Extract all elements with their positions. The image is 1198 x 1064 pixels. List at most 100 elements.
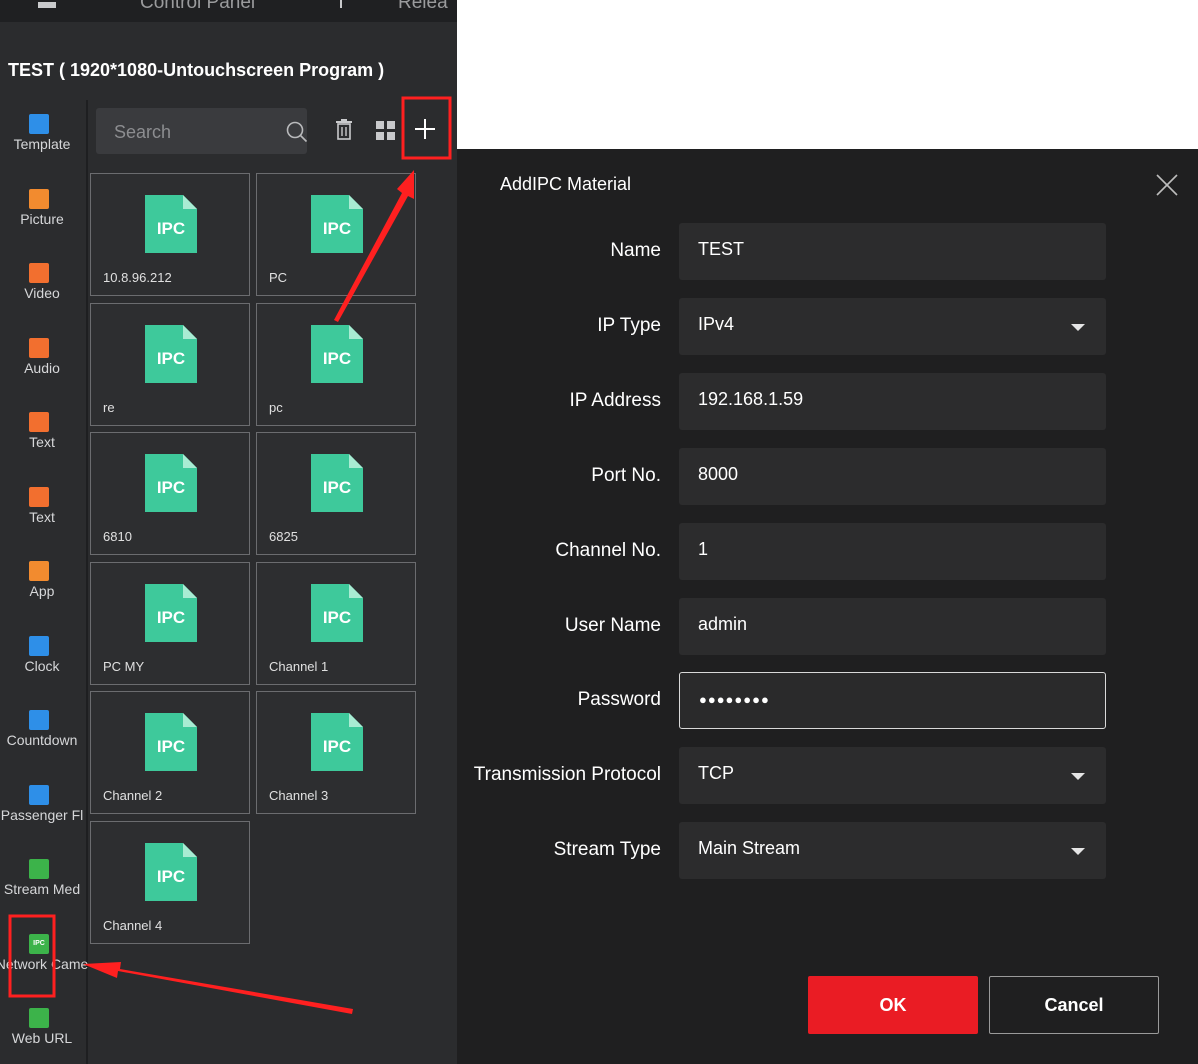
material-name: Channel 4 xyxy=(103,917,163,933)
audio-icon xyxy=(29,337,49,358)
ipc-file-icon: IPC xyxy=(145,842,197,901)
field-value: 1 xyxy=(698,538,709,559)
ipc-file-icon: IPC xyxy=(145,195,197,253)
material-name: 6825 xyxy=(269,529,298,544)
type-item-label: Template xyxy=(13,136,71,152)
material-tile[interactable]: IPC Channel 2 xyxy=(90,691,250,814)
ipc-badge-text: IPC xyxy=(322,478,352,497)
type-item-label: Picture xyxy=(20,210,64,227)
type-item[interactable]: Audio xyxy=(0,324,84,398)
type-item[interactable]: IPC Network Came xyxy=(0,920,88,994)
material-name: PC xyxy=(269,270,288,285)
material-tile[interactable]: IPC Channel 4 xyxy=(90,820,250,944)
material-name: 6810 xyxy=(103,529,132,544)
type-item[interactable]: Passenger Fl xyxy=(0,771,84,845)
hourglass-icon xyxy=(29,710,49,730)
ipc-badge-text: IPC xyxy=(156,348,186,368)
delete-icon[interactable] xyxy=(335,119,353,141)
select-stream-type[interactable]: Main Stream xyxy=(679,822,1106,880)
type-item-label: Clock xyxy=(24,657,60,674)
ok-button[interactable]: OK xyxy=(808,976,978,1034)
material-tile[interactable]: IPC re xyxy=(90,302,250,426)
add-ipc-material-dialog: AddIPC Material Name TEST IP Type IPv4 IP Ad… xyxy=(457,149,1198,1064)
tab-control-panel[interactable]: Control Panel xyxy=(140,0,255,14)
material-tile[interactable]: IPC Channel 3 xyxy=(256,691,416,814)
field-label: Name xyxy=(610,240,661,261)
material-tile[interactable]: IPC PC MY xyxy=(90,561,250,685)
type-item-label: Audio xyxy=(24,359,60,376)
select-ip-type[interactable]: IPv4 xyxy=(679,297,1106,355)
input-password[interactable]: ●●●●●●●● xyxy=(679,672,1106,730)
tab-release[interactable]: Relea xyxy=(398,0,448,14)
material-tile[interactable]: IPC 6810 xyxy=(90,432,250,555)
type-item[interactable]: Text xyxy=(0,473,84,547)
field-value: 8000 xyxy=(698,463,739,484)
type-item[interactable]: Picture xyxy=(0,175,84,249)
ipc-badge-text: IPC xyxy=(322,737,352,756)
material-area: IPC 10.8.96.212 IPC PC IPC re IPC pc IPC 6810 IPC 6… xyxy=(88,100,457,1064)
program-title-bar: TEST ( 1920*1080-Untouchscreen Program ) xyxy=(0,22,457,101)
chevron-down-icon[interactable] xyxy=(1071,323,1085,331)
close-icon[interactable] xyxy=(1155,173,1179,197)
type-item-label: Text xyxy=(29,434,55,450)
grid-view-icon[interactable] xyxy=(376,121,396,141)
field-value: admin xyxy=(698,613,748,634)
type-item[interactable]: Template xyxy=(0,100,84,174)
input-ip-address[interactable]: 192.168.1.59 xyxy=(679,372,1106,430)
picture-icon xyxy=(29,188,49,209)
material-name: re xyxy=(103,399,115,415)
input-port-no-[interactable]: 8000 xyxy=(679,447,1106,505)
type-item[interactable]: Text xyxy=(0,398,84,472)
template-icon xyxy=(29,114,49,134)
ipc-file-icon: IPC xyxy=(311,454,363,512)
type-item[interactable]: Stream Med xyxy=(0,845,84,919)
android-app-icon xyxy=(29,561,49,581)
input-name[interactable]: TEST xyxy=(679,223,1106,280)
type-item[interactable]: App xyxy=(0,547,84,621)
search-input[interactable] xyxy=(112,120,266,144)
dialog-title: AddIPC Material xyxy=(500,174,632,194)
type-item[interactable]: Countdown xyxy=(0,696,84,770)
ipc-file-icon: IPC xyxy=(311,713,363,771)
material-type-sidebar: Template Picture Video Audio Text Text App Cloc… xyxy=(0,100,88,1064)
stream-media-icon xyxy=(29,859,49,879)
material-tile[interactable]: IPC 6825 xyxy=(256,432,416,555)
ipc-file-icon: IPC xyxy=(145,454,197,512)
clock-icon xyxy=(29,635,49,656)
type-item[interactable]: Web URL xyxy=(0,994,84,1064)
material-tile[interactable]: IPC PC xyxy=(256,173,416,296)
material-name: Channel 1 xyxy=(269,658,329,674)
field-label: IP Address xyxy=(569,389,661,411)
material-name: Channel 3 xyxy=(269,788,329,803)
field-label: Channel No. xyxy=(555,539,661,561)
search-box[interactable] xyxy=(96,108,308,154)
input-channel-no-[interactable]: 1 xyxy=(679,522,1106,580)
input-user-name[interactable]: admin xyxy=(679,597,1106,655)
ipc-icon: IPC xyxy=(29,933,49,954)
ipc-badge-text: IPC xyxy=(322,607,352,627)
type-item[interactable]: Clock xyxy=(0,622,84,696)
select-transmission-protocol[interactable]: TCP xyxy=(679,747,1106,805)
material-tile[interactable]: IPC pc xyxy=(256,302,416,426)
chevron-down-icon[interactable] xyxy=(1071,848,1085,856)
web-url-icon xyxy=(29,1008,49,1028)
field-value: 192.168.1.59 xyxy=(698,388,804,409)
material-library-panel: Control Panel Relea TEST ( 1920*1080-Unt… xyxy=(0,0,457,1064)
cancel-button[interactable]: Cancel xyxy=(989,976,1159,1034)
field-value: TEST xyxy=(698,239,745,259)
material-name: PC MY xyxy=(103,658,145,674)
add-icon[interactable] xyxy=(412,116,438,142)
panel-icon xyxy=(38,2,56,8)
ipc-badge-text: IPC xyxy=(322,219,352,238)
material-tile[interactable]: IPC 10.8.96.212 xyxy=(90,173,250,296)
material-name: 10.8.96.212 xyxy=(103,270,172,285)
field-label: Stream Type xyxy=(553,839,661,861)
material-tile[interactable]: IPC Channel 1 xyxy=(256,561,416,685)
type-item[interactable]: Video xyxy=(0,249,84,323)
passenger-flow-icon xyxy=(29,784,49,805)
program-title: TEST ( 1920*1080-Untouchscreen Program ) xyxy=(8,60,385,80)
field-value: IPv4 xyxy=(698,313,735,334)
search-icon[interactable] xyxy=(286,121,308,143)
chevron-down-icon[interactable] xyxy=(1071,773,1085,781)
type-item-label: Stream Med xyxy=(3,881,81,897)
